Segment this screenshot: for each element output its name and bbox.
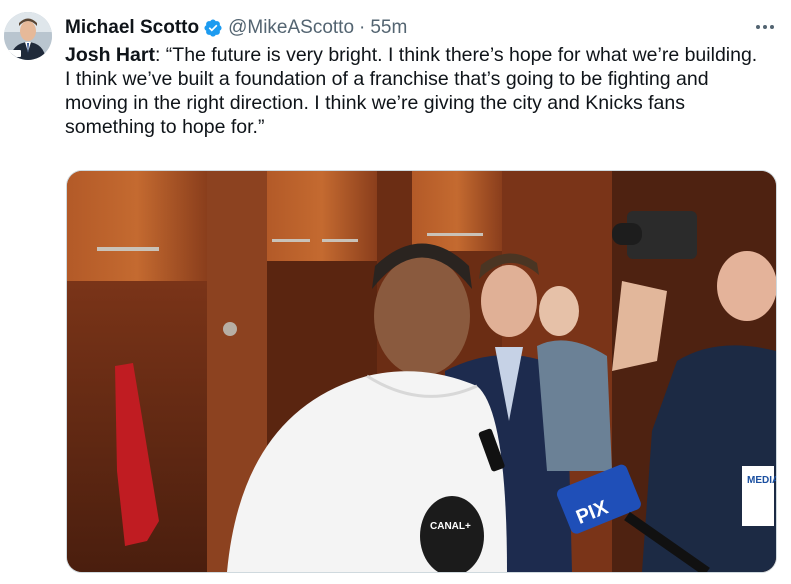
tweet-card[interactable]: Michael Scotto @MikeAScotto · 55m Josh H… bbox=[0, 0, 791, 584]
ellipsis-icon-dot bbox=[770, 25, 774, 29]
media-credential-label: MEDIA bbox=[747, 475, 776, 486]
author-handle[interactable]: @MikeAScotto bbox=[228, 17, 354, 39]
more-options-button[interactable] bbox=[752, 14, 778, 40]
avatar-image bbox=[4, 12, 52, 60]
tweet-header: Michael Scotto @MikeAScotto · 55m bbox=[65, 14, 407, 42]
author-display-name[interactable]: Michael Scotto bbox=[65, 17, 199, 39]
locker-room-interview-photo: MEDIA CANAL+ PIX bbox=[67, 171, 776, 572]
canal-mic-label: CANAL+ bbox=[430, 521, 471, 532]
tweet-timestamp[interactable]: 55m bbox=[370, 17, 407, 39]
tweet-media-photo[interactable]: MEDIA CANAL+ PIX bbox=[66, 170, 777, 573]
tweet-text: Josh Hart: “The future is very bright. I… bbox=[65, 43, 765, 139]
verified-badge-icon[interactable] bbox=[203, 18, 223, 38]
ellipsis-icon-dot bbox=[756, 25, 760, 29]
quoted-speaker: Josh Hart bbox=[65, 44, 155, 66]
ellipsis-icon-dot bbox=[763, 25, 767, 29]
header-separator: · bbox=[359, 17, 366, 38]
quote-text: : “The future is very bright. I think th… bbox=[65, 44, 758, 138]
author-avatar[interactable] bbox=[4, 12, 52, 60]
